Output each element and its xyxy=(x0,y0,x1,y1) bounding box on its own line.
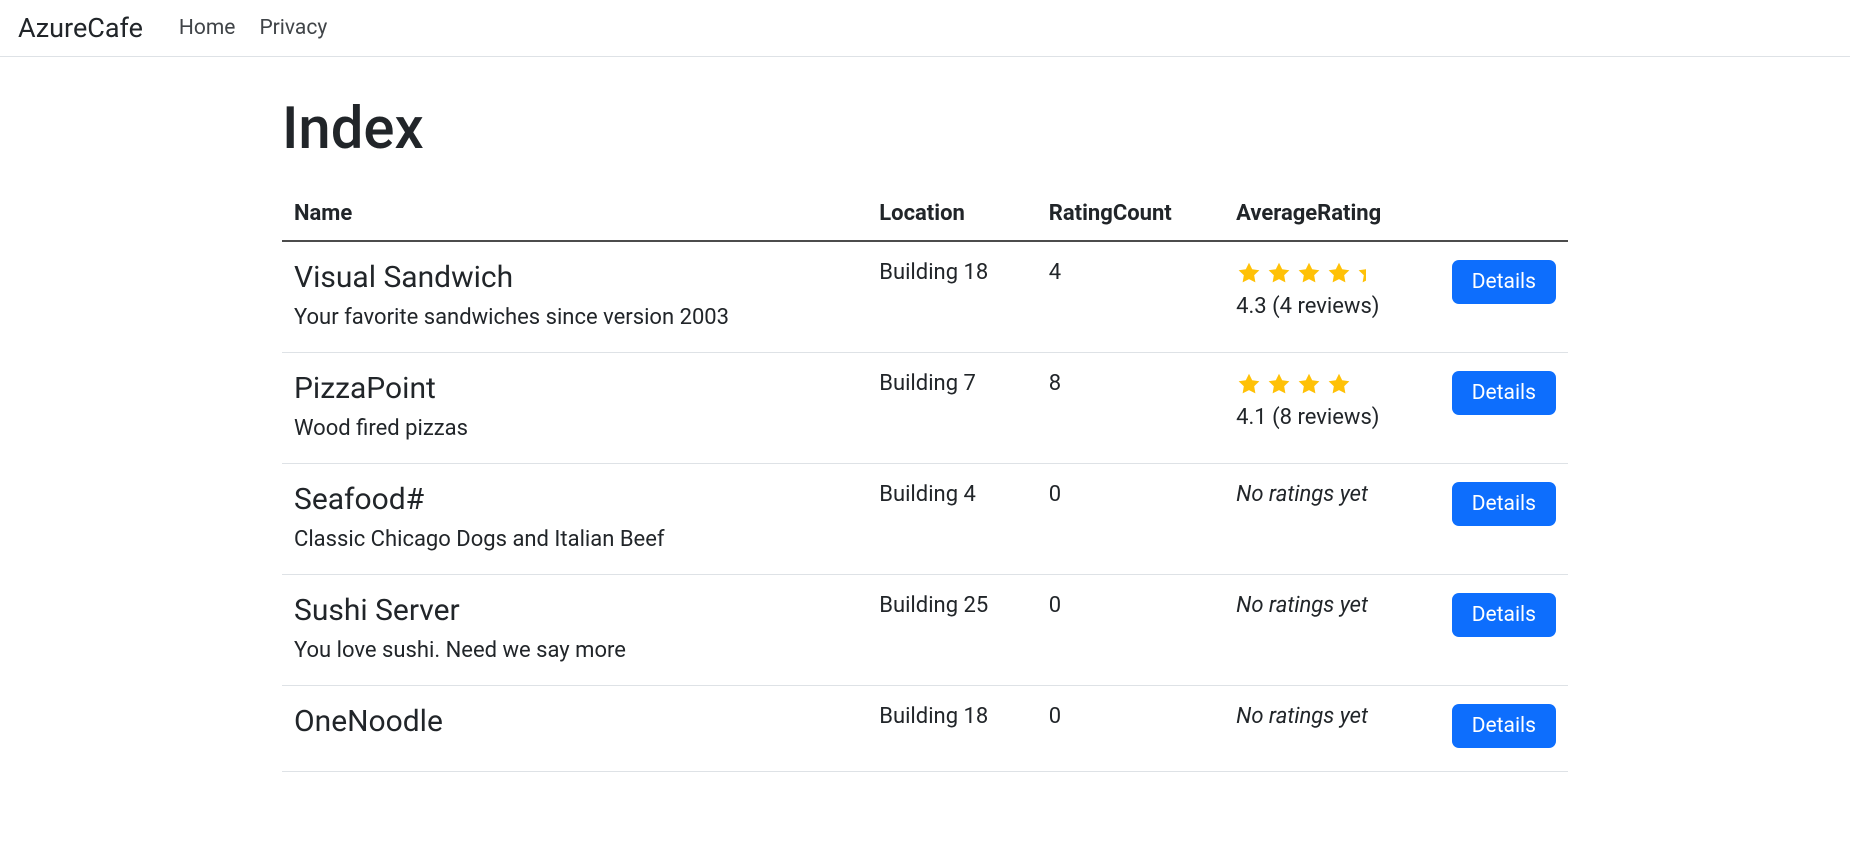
cell-average-rating: No ratings yet xyxy=(1224,464,1440,575)
cell-rating-count: 0 xyxy=(1037,575,1224,686)
table-row: PizzaPoint Wood fired pizzas Building 78 4.… xyxy=(282,353,1568,464)
rating-text: 4.1 (8 reviews) xyxy=(1236,405,1428,430)
star-icon xyxy=(1266,371,1292,397)
navbar: AzureCafe Home Privacy xyxy=(0,0,1850,57)
star-icon xyxy=(1236,371,1262,397)
cell-actions: Details xyxy=(1440,686,1568,772)
nav-links: Home Privacy xyxy=(179,16,327,40)
page-title: Index xyxy=(282,95,1568,163)
cell-average-rating: No ratings yet xyxy=(1224,686,1440,772)
nav-link-privacy[interactable]: Privacy xyxy=(259,16,327,40)
cafes-table: Name Location RatingCount AverageRating … xyxy=(282,191,1568,772)
cell-name: Sushi Server You love sushi. Need we say … xyxy=(282,575,867,686)
th-average-rating: AverageRating xyxy=(1224,191,1440,241)
star-icon xyxy=(1296,371,1322,397)
brand-link[interactable]: AzureCafe xyxy=(18,12,143,44)
cell-location: Building 18 xyxy=(867,241,1037,353)
cell-average-rating: 4.3 (4 reviews) xyxy=(1224,241,1440,353)
details-button[interactable]: Details xyxy=(1452,371,1556,415)
th-actions xyxy=(1440,191,1568,241)
cell-rating-count: 0 xyxy=(1037,686,1224,772)
table-header-row: Name Location RatingCount AverageRating xyxy=(282,191,1568,241)
details-button[interactable]: Details xyxy=(1452,260,1556,304)
cafe-name: OneNoodle xyxy=(294,704,855,739)
th-name: Name xyxy=(282,191,867,241)
cell-rating-count: 0 xyxy=(1037,464,1224,575)
no-rating-text: No ratings yet xyxy=(1236,482,1428,507)
cell-name: Visual Sandwich Your favorite sandwiches … xyxy=(282,241,867,353)
nav-link-home[interactable]: Home xyxy=(179,16,236,40)
th-location: Location xyxy=(867,191,1037,241)
stars xyxy=(1236,260,1428,286)
star-icon xyxy=(1326,260,1352,286)
star-icon xyxy=(1236,260,1262,286)
cell-name: PizzaPoint Wood fired pizzas xyxy=(282,353,867,464)
details-button[interactable]: Details xyxy=(1452,593,1556,637)
main-container: Index Name Location RatingCount AverageR… xyxy=(270,57,1580,772)
rating-text: 4.3 (4 reviews) xyxy=(1236,294,1428,319)
cafe-name: Seafood# xyxy=(294,482,855,517)
cafe-name: PizzaPoint xyxy=(294,371,855,406)
cell-rating-count: 4 xyxy=(1037,241,1224,353)
table-row: Visual Sandwich Your favorite sandwiches … xyxy=(282,241,1568,353)
table-row: Seafood# Classic Chicago Dogs and Italian… xyxy=(282,464,1568,575)
cafe-name: Visual Sandwich xyxy=(294,260,855,295)
th-rating-count: RatingCount xyxy=(1037,191,1224,241)
cell-name: OneNoodle xyxy=(282,686,867,772)
cell-location: Building 25 xyxy=(867,575,1037,686)
cell-location: Building 7 xyxy=(867,353,1037,464)
cell-actions: Details xyxy=(1440,241,1568,353)
cell-average-rating: 4.1 (8 reviews) xyxy=(1224,353,1440,464)
star-icon xyxy=(1266,260,1292,286)
cell-actions: Details xyxy=(1440,575,1568,686)
no-rating-text: No ratings yet xyxy=(1236,704,1428,729)
details-button[interactable]: Details xyxy=(1452,704,1556,748)
cafe-desc: Your favorite sandwiches since version 2… xyxy=(294,305,855,330)
cafe-desc: You love sushi. Need we say more xyxy=(294,638,855,663)
stars xyxy=(1236,371,1428,397)
cafe-desc: Wood fired pizzas xyxy=(294,416,855,441)
cell-actions: Details xyxy=(1440,464,1568,575)
cell-actions: Details xyxy=(1440,353,1568,464)
star-icon xyxy=(1356,260,1366,286)
details-button[interactable]: Details xyxy=(1452,482,1556,526)
cell-location: Building 18 xyxy=(867,686,1037,772)
cell-location: Building 4 xyxy=(867,464,1037,575)
star-icon xyxy=(1296,260,1322,286)
cell-name: Seafood# Classic Chicago Dogs and Italian… xyxy=(282,464,867,575)
cafe-desc: Classic Chicago Dogs and Italian Beef xyxy=(294,527,855,552)
cafe-name: Sushi Server xyxy=(294,593,855,628)
star-icon xyxy=(1326,371,1352,397)
table-row: Sushi Server You love sushi. Need we say … xyxy=(282,575,1568,686)
cell-average-rating: No ratings yet xyxy=(1224,575,1440,686)
table-row: OneNoodle Building 180 No ratings yet Detai… xyxy=(282,686,1568,772)
no-rating-text: No ratings yet xyxy=(1236,593,1428,618)
cell-rating-count: 8 xyxy=(1037,353,1224,464)
